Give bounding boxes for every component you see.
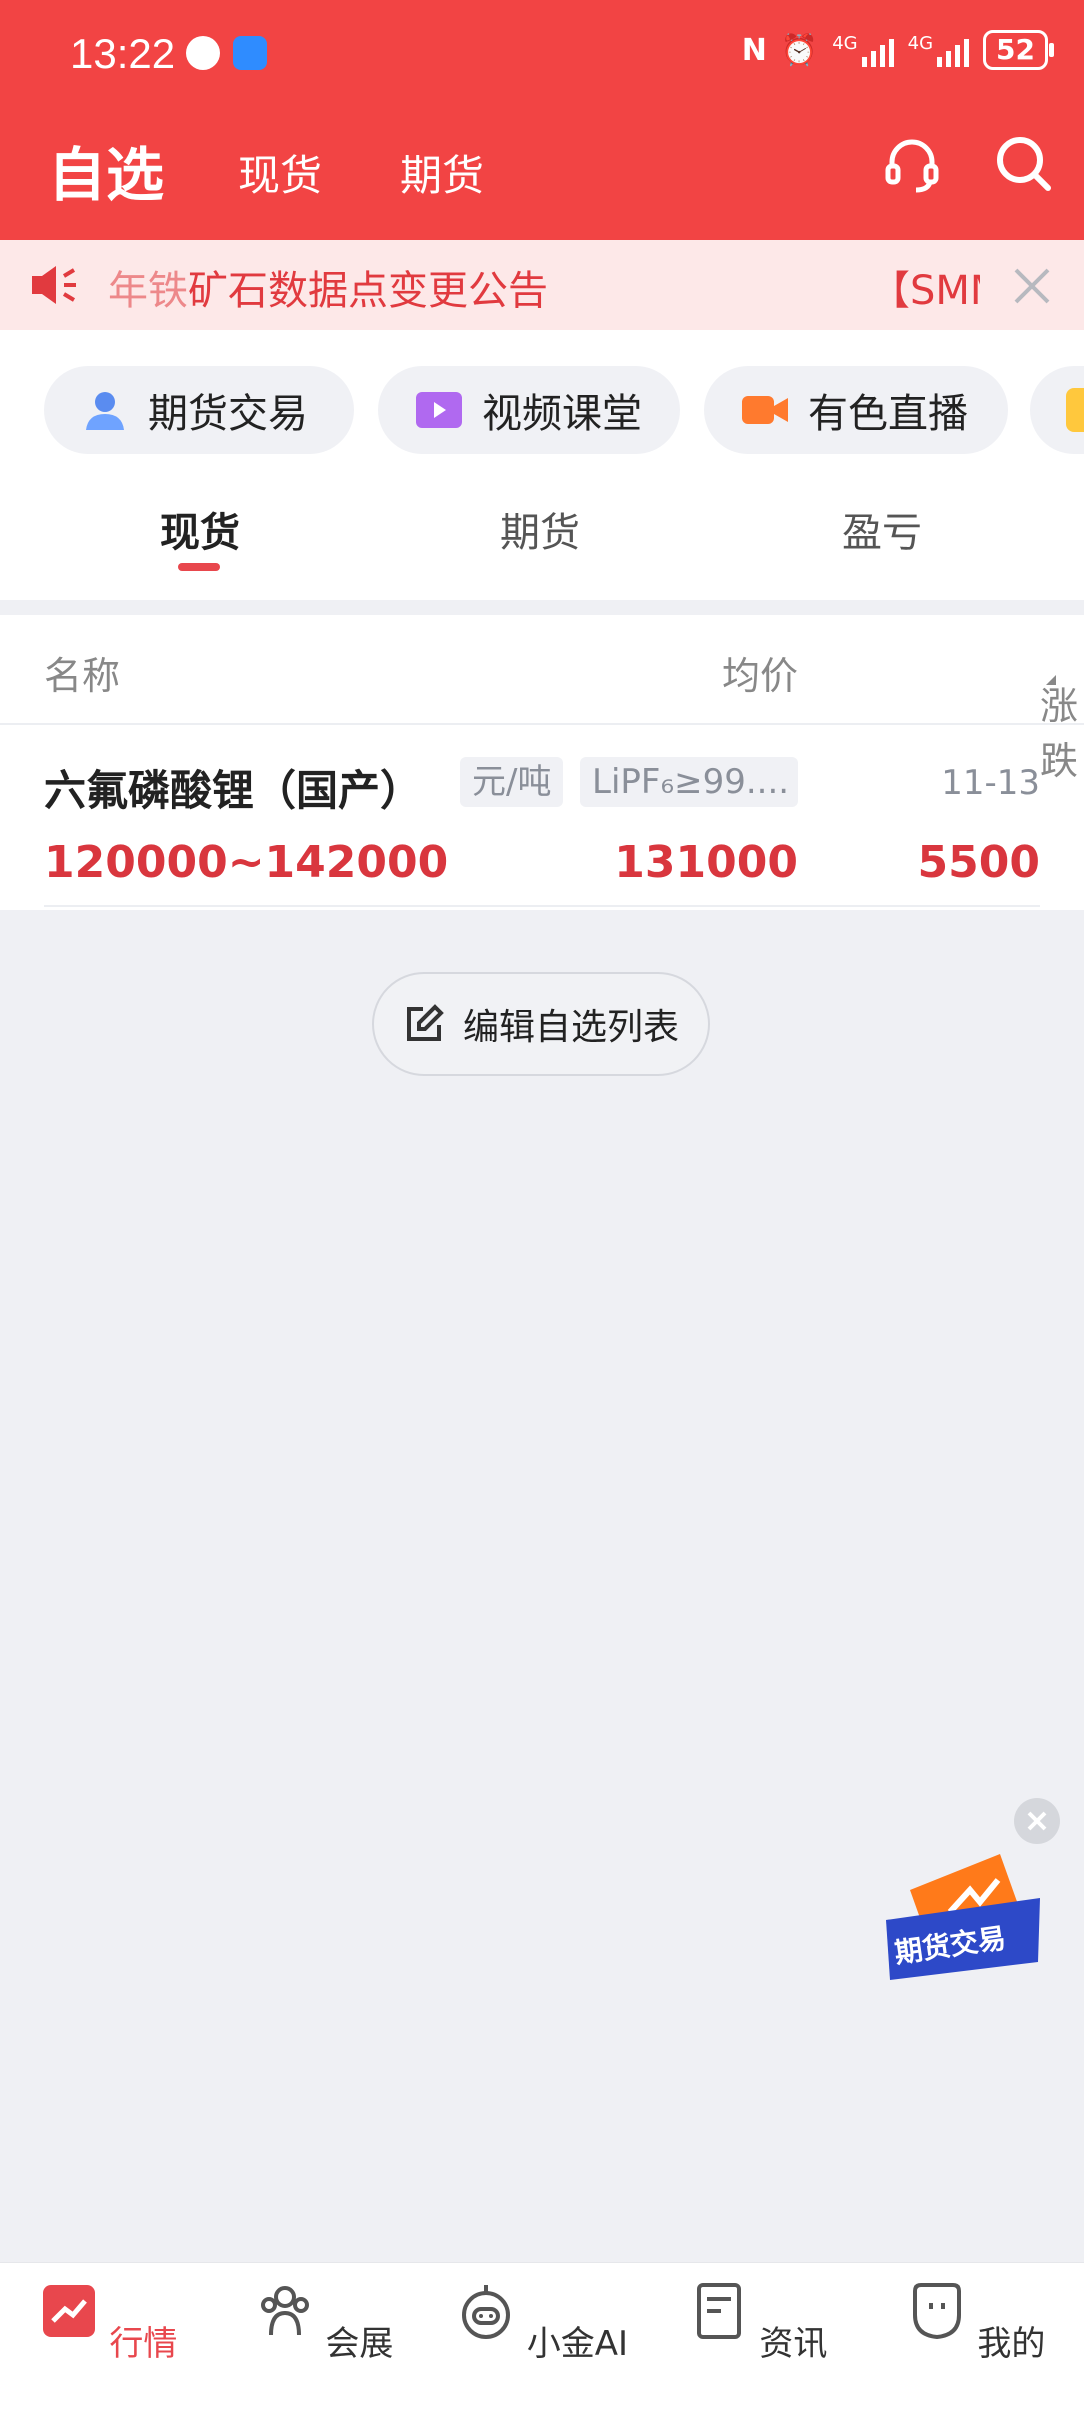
row-name: 六氟磷酸锂（国产） (44, 766, 423, 815)
bottom-nav-label: 会展 (325, 2324, 394, 2364)
headset-icon[interactable] (880, 132, 944, 196)
battery-indicator: 52 (983, 30, 1054, 70)
alarm-icon: ⏰ (780, 32, 819, 68)
bottom-nav-label: 行情 (109, 2324, 178, 2364)
announcement-bar[interactable]: 年铁矿石数据点变更公告 【SMM (0, 240, 1084, 330)
app-header: 13:22 N ⏰ 4G 4G 52 自选 现货 期货 (0, 0, 1084, 240)
top-nav: 自选 现货 期货 (0, 120, 1084, 220)
row-spec-tag: LiPF₆≥99.... (580, 757, 798, 807)
announcement-main: 矿石数据点变更公告 (188, 268, 548, 314)
announcement-text[interactable]: 年铁矿石数据点变更公告 (108, 258, 548, 316)
bottom-nav-label: 我的 (977, 2324, 1046, 2364)
speaker-icon (32, 266, 76, 304)
edit-watchlist-button[interactable]: 编辑自选列表 (372, 972, 710, 1076)
sort-icon (1046, 675, 1056, 685)
user-icon (86, 392, 124, 430)
camera-icon (742, 396, 788, 424)
chart-icon (42, 2285, 95, 2337)
search-icon[interactable] (992, 132, 1056, 196)
bottom-nav-ai[interactable]: 小金AI (452, 2281, 632, 2365)
header-name: 名称 (44, 654, 121, 698)
futures-trading-float-badge[interactable]: 期货交易 (880, 1850, 1050, 1990)
row-date: 11-13 (941, 763, 1040, 803)
chip-video-class[interactable]: 视频课堂 (378, 366, 680, 454)
close-icon[interactable] (1010, 264, 1054, 308)
chip-label: 视频课堂 (482, 391, 642, 437)
status-time: 13:22 (70, 30, 176, 77)
chip-label: 期货交易 (148, 391, 308, 437)
tab-futures[interactable]: 期货 (500, 500, 580, 558)
tab-profit-loss[interactable]: 盈亏 (842, 500, 922, 558)
table-header: 名称 均价 涨跌 (0, 615, 1084, 783)
row-price-range: 120000~142000 (44, 837, 449, 888)
profile-icon (912, 2283, 961, 2340)
avatar-notification-icon (186, 36, 220, 70)
bottom-nav-market[interactable]: 行情 (18, 2281, 198, 2365)
tab-spot[interactable]: 现货 (160, 500, 240, 558)
document-icon (696, 2283, 741, 2339)
bottom-nav: 行情 会展 小金AI 资讯 我的 (0, 2262, 1084, 2412)
row-unit-tag: 元/吨 (460, 757, 564, 807)
robot-icon (461, 2285, 510, 2339)
signal-icon: 4G (832, 33, 894, 67)
announcement-prefix: 年铁 (108, 268, 188, 314)
announcement-next-text[interactable]: 【SMM (870, 258, 980, 316)
nfc-icon: N (741, 32, 767, 68)
float-close-icon[interactable] (1014, 1798, 1060, 1844)
nav-tab-futures[interactable]: 期货 (400, 142, 484, 203)
table-row[interactable]: 六氟磷酸锂（国产） 元/吨 LiPF₆≥99.... 11-13 120000~… (0, 727, 1084, 907)
watchlist-tabs: 现货 期货 盈亏 (0, 460, 1084, 600)
folder-icon (1066, 388, 1084, 432)
bottom-nav-expo[interactable]: 会展 (234, 2281, 414, 2365)
status-bar: 13:22 N ⏰ 4G 4G 52 (0, 0, 1084, 110)
people-icon (260, 2286, 309, 2336)
active-tab-indicator (178, 563, 220, 571)
signal-icon-2: 4G (908, 33, 970, 67)
chip-more[interactable] (1030, 366, 1084, 454)
bottom-nav-news[interactable]: 资讯 (668, 2281, 848, 2365)
video-icon (416, 392, 462, 428)
chip-label: 有色直播 (808, 391, 968, 437)
nav-title-watchlist[interactable]: 自选 (48, 128, 164, 212)
bottom-nav-profile[interactable]: 我的 (886, 2281, 1066, 2365)
status-indicators: N ⏰ 4G 4G 52 (741, 30, 1054, 70)
shortcut-chips: 期货交易 视频课堂 有色直播 (0, 330, 1084, 460)
edit-watchlist-label: 编辑自选列表 (462, 1007, 679, 1048)
chip-live-stream[interactable]: 有色直播 (704, 366, 1008, 454)
weather-notification-icon (233, 36, 267, 70)
nav-tab-spot[interactable]: 现货 (238, 142, 322, 203)
header-avg-price[interactable]: 均价 (722, 645, 798, 700)
bottom-nav-label: 资讯 (759, 2324, 828, 2364)
row-divider (44, 905, 1040, 907)
watchlist-table: 名称 均价 涨跌 六氟磷酸锂（国产） 元/吨 LiPF₆≥99.... 11-1… (0, 615, 1084, 910)
row-avg-price: 131000 (614, 837, 798, 888)
row-change: 5500 (917, 837, 1040, 888)
bottom-nav-label: 小金AI (526, 2324, 629, 2364)
chip-futures-trading[interactable]: 期货交易 (44, 366, 354, 454)
edit-icon (406, 1004, 444, 1041)
